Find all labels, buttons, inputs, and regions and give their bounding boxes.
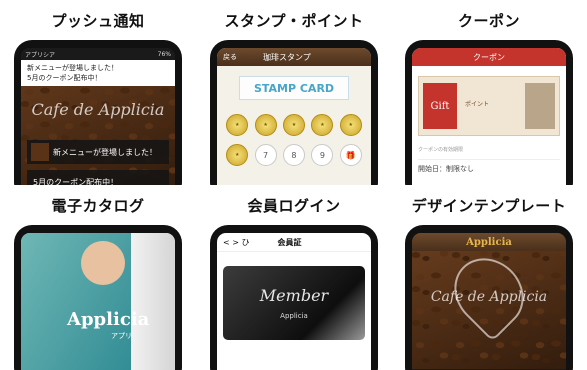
member-header: < > ひ 会員証: [217, 233, 371, 252]
phone-frame: Applicia Cafe de Applicia: [405, 225, 573, 370]
notification-line-2: 5月のクーポン配布中！: [27, 74, 102, 82]
feature-catalog: 電子カタログ Applicia アプリ: [0, 185, 196, 370]
phone-frame: アプリシア 76% 新メニューが登場しました！ 5月のクーポン配布中！ Cafe…: [14, 40, 182, 185]
phone-frame: Applicia アプリ: [14, 225, 182, 370]
stamp-filled: ★: [226, 114, 249, 136]
stamp-filled: ★: [226, 144, 249, 166]
stamp-filled: ★: [311, 114, 334, 136]
push-message-1-text: 新メニューが登場しました！: [53, 147, 157, 157]
back-button[interactable]: 戻る: [223, 52, 237, 62]
coffee-thumb-icon: [31, 143, 49, 161]
template-script: Cafe de Applicia: [430, 289, 548, 305]
caption-catalog: 電子カタログ: [51, 197, 145, 215]
phone-frame: < > ひ 会員証 Member Applicia: [210, 225, 378, 370]
push-message-2-text: 5月のクーポン配布中！: [33, 177, 119, 186]
stamp-filled: ★: [254, 114, 277, 136]
stamp-filled: ★: [339, 114, 362, 136]
coupon-screen: クーポン Gift ポイント クーポンの有効期限 開始日：制限なし: [412, 48, 566, 185]
brand-script: Cafe de Applicia: [31, 100, 165, 119]
catalog-screen: Applicia アプリ: [21, 233, 175, 370]
stamp-filled: ★: [282, 114, 305, 136]
member-screen: < > ひ 会員証 Member Applicia: [217, 233, 371, 370]
phone-frame: 戻る 珈琲スタンプ STAMP CARD ★ ★ ★ ★ ★ ★ 7 8 9 🎁: [210, 40, 378, 185]
browser-nav-icon[interactable]: < > ひ: [223, 237, 250, 248]
coupon-gift-label: Gift: [423, 83, 457, 129]
coupon-ticket-text: ポイント: [465, 101, 490, 108]
push-screen: アプリシア 76% 新メニューが登場しました！ 5月のクーポン配布中！ Cafe…: [21, 48, 175, 185]
coupon-header: クーポン: [412, 48, 566, 66]
member-card-brand: Applicia: [280, 312, 308, 320]
notification-banner[interactable]: 新メニューが登場しました！ 5月のクーポン配布中！: [21, 60, 175, 86]
member-card-title: Member: [259, 286, 329, 305]
status-bar: アプリシア 76%: [21, 48, 175, 60]
stamp-slot-7: 7: [254, 144, 277, 166]
feature-push: プッシュ通知 アプリシア 76% 新メニューが登場しました！ 5月のクーポン配布…: [0, 0, 196, 185]
stamp-header: 戻る 珈琲スタンプ: [217, 48, 371, 66]
caption-member: 会員ログイン: [247, 197, 341, 215]
catalog-brand-sub: アプリ: [111, 332, 132, 340]
caption-coupon: クーポン: [457, 12, 520, 30]
caption-push: プッシュ通知: [51, 12, 145, 30]
stamp-screen: 戻る 珈琲スタンプ STAMP CARD ★ ★ ★ ★ ★ ★ 7 8 9 🎁: [217, 48, 371, 185]
feature-stamp: スタンプ・ポイント 戻る 珈琲スタンプ STAMP CARD ★ ★ ★ ★ ★…: [196, 0, 392, 185]
template-header-brand: Applicia: [412, 233, 566, 251]
stamp-title: 珈琲スタンプ: [263, 52, 311, 62]
caption-template: デザインテンプレート: [411, 197, 567, 215]
template-screen: Applicia Cafe de Applicia: [412, 233, 566, 370]
coupon-ticket[interactable]: Gift ポイント: [418, 76, 560, 136]
phone-frame: クーポン Gift ポイント クーポンの有効期限 開始日：制限なし: [405, 40, 573, 185]
notification-line-1: 新メニューが登場しました！: [27, 64, 118, 72]
stamp-row-1: ★ ★ ★ ★ ★: [223, 114, 365, 136]
feature-member: 会員ログイン < > ひ 会員証 Member Applicia: [196, 185, 392, 370]
push-message-2[interactable]: 5月のクーポン配布中！: [27, 170, 169, 185]
coupon-expiry-label: クーポンの有効期限: [418, 147, 464, 153]
stamp-card-label: STAMP CARD: [239, 76, 349, 100]
coupon-stub: [525, 83, 555, 129]
status-battery: 76%: [157, 50, 171, 58]
stamp-slot-9: 9: [311, 144, 334, 166]
catalog-page-curl[interactable]: [131, 233, 175, 370]
stamp-slot-8: 8: [282, 144, 305, 166]
status-app: アプリシア: [25, 51, 56, 59]
feature-template: デザインテンプレート Applicia Cafe de Applicia: [391, 185, 587, 370]
member-card[interactable]: Member Applicia: [223, 266, 365, 340]
stamp-row-2: ★ 7 8 9 🎁: [223, 144, 365, 166]
coupon-expiry-value: 開始日：制限なし: [418, 159, 560, 174]
catalog-model-photo: [81, 241, 125, 285]
push-message-1[interactable]: 新メニューが登場しました！: [27, 140, 169, 164]
member-title: 会員証: [277, 237, 302, 247]
catalog-brand: Applicia: [67, 309, 150, 330]
feature-coupon: クーポン クーポン Gift ポイント クーポンの有効期限 開始日：制限なし: [391, 0, 587, 185]
gift-icon: 🎁: [339, 144, 362, 166]
caption-stamp: スタンプ・ポイント: [224, 12, 364, 30]
